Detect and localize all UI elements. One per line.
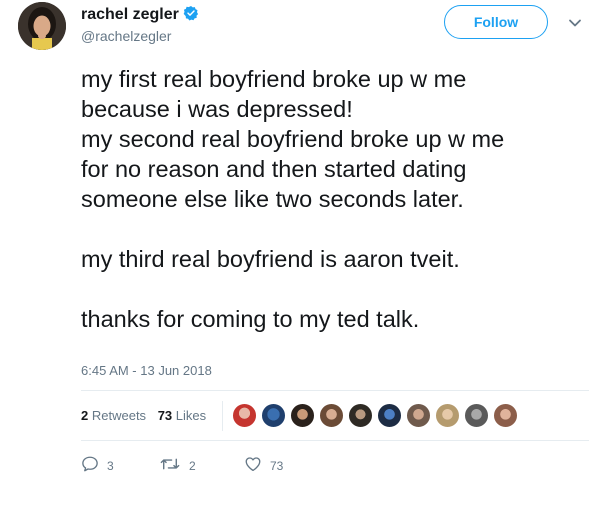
liker-avatar[interactable] bbox=[493, 403, 518, 428]
retweets-stat[interactable]: 2 Retweets bbox=[81, 408, 146, 423]
likes-label: Likes bbox=[175, 408, 207, 423]
chevron-down-icon[interactable] bbox=[568, 16, 582, 30]
divider bbox=[81, 440, 589, 441]
author-display-name[interactable]: rachel zegler bbox=[81, 5, 199, 25]
display-name-text: rachel zegler bbox=[81, 6, 179, 23]
like-button[interactable]: 73 bbox=[244, 455, 283, 475]
tweet-stats: 2 Retweets 73 Likes bbox=[81, 408, 214, 423]
retweets-label: Retweets bbox=[91, 408, 147, 423]
likes-count: 73 bbox=[157, 408, 173, 423]
liker-avatar[interactable] bbox=[319, 403, 344, 428]
retweet-count: 2 bbox=[189, 459, 196, 473]
verified-badge-icon bbox=[183, 6, 198, 21]
follow-button[interactable]: Follow bbox=[444, 5, 548, 39]
like-count: 73 bbox=[270, 459, 284, 473]
likes-stat[interactable]: 73 Likes bbox=[158, 408, 206, 423]
retweet-icon bbox=[160, 458, 180, 470]
liker-avatar[interactable] bbox=[290, 403, 315, 428]
liker-avatar[interactable] bbox=[435, 403, 460, 428]
retweets-count: 2 bbox=[81, 408, 89, 423]
tweet-actions: 3 2 73 bbox=[81, 455, 481, 477]
reply-button[interactable]: 3 bbox=[81, 455, 114, 475]
avatar-image bbox=[18, 2, 66, 50]
tweet-timestamp[interactable]: 6:45 AM - 13 Jun 2018 bbox=[81, 363, 212, 378]
reply-count: 3 bbox=[107, 459, 114, 473]
retweet-button[interactable]: 2 bbox=[159, 455, 196, 475]
liker-avatar[interactable] bbox=[377, 403, 402, 428]
author-handle[interactable]: @rachelzegler bbox=[81, 27, 171, 45]
tweet-text: my first real boyfriend broke up w me be… bbox=[81, 66, 505, 332]
divider bbox=[81, 390, 589, 391]
liker-avatar[interactable] bbox=[406, 403, 431, 428]
liker-avatar[interactable] bbox=[261, 403, 286, 428]
liker-avatar[interactable] bbox=[348, 403, 373, 428]
reply-icon bbox=[82, 456, 98, 472]
author-avatar[interactable] bbox=[18, 2, 66, 50]
heart-icon bbox=[245, 457, 261, 472]
liker-avatar[interactable] bbox=[232, 403, 257, 428]
stats-divider bbox=[222, 401, 223, 431]
liker-avatar[interactable] bbox=[464, 403, 489, 428]
